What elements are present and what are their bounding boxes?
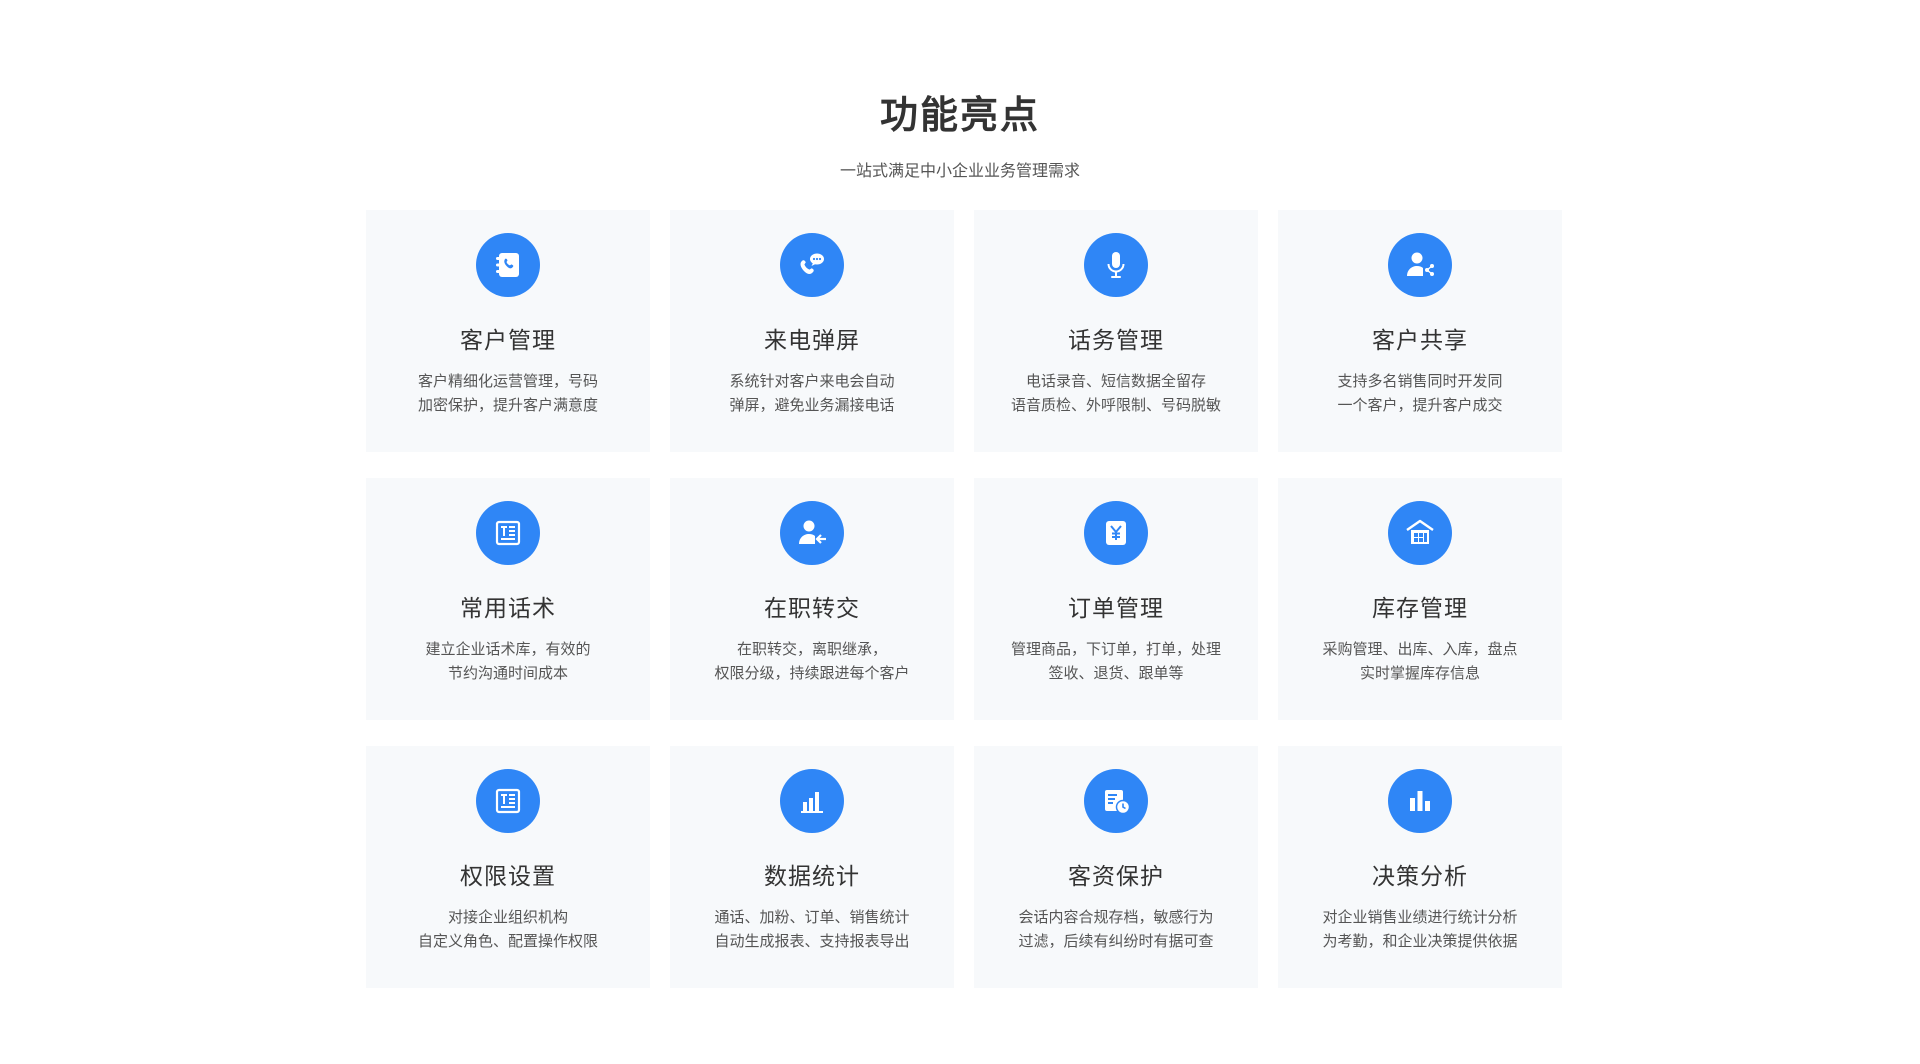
description-line: 支持多名销售同时开发同: [1337, 372, 1503, 390]
feature-card-data-statistics[interactable]: 数据统计 通话、加粉、订单、销售统计 自动生成报表、支持报表导出: [670, 746, 954, 988]
phone-chat-icon: [780, 233, 844, 297]
microphone-icon: [1084, 233, 1148, 297]
bar-chart-icon: [780, 769, 844, 833]
description-line: 建立企业话术库，有效的: [425, 640, 591, 658]
description-line: 在职转交，离职继承，: [736, 640, 887, 658]
description-line: 语音质检、外呼限制、号码脱敏: [1010, 396, 1221, 414]
feature-description: 管理商品，下订单，打单，处理 签收、退货、跟单等: [1011, 637, 1221, 685]
feature-description: 支持多名销售同时开发同 一个客户，提升客户成交: [1337, 369, 1502, 417]
feature-card-inventory-management[interactable]: 库存管理 采购管理、出库、入库，盘点 实时掌握库存信息: [1278, 478, 1562, 720]
feature-description: 对接企业组织机构 自定义角色、配置操作权限: [418, 905, 598, 953]
feature-card-incoming-call-popup[interactable]: 来电弹屏 系统针对客户来电会自动 弹屏，避免业务漏接电话: [670, 210, 954, 452]
feature-card-customer-management[interactable]: 客户管理 客户精细化运营管理，号码 加密保护，提升客户满意度: [366, 210, 650, 452]
feature-title: 在职转交: [764, 596, 860, 622]
feature-title: 权限设置: [460, 864, 556, 890]
description-line: 加密保护，提升客户满意度: [417, 396, 598, 414]
feature-title: 客资保护: [1068, 864, 1164, 890]
feature-card-call-management[interactable]: 话务管理 电话录音、短信数据全留存 语音质检、外呼限制、号码脱敏: [974, 210, 1258, 452]
feature-title: 数据统计: [764, 864, 860, 890]
feature-description: 会话内容合规存档，敏感行为 过滤，后续有纠纷时有据可查: [1018, 905, 1213, 953]
feature-description: 系统针对客户来电会自动 弹屏，避免业务漏接电话: [729, 369, 894, 417]
archive-clock-icon: [1084, 769, 1148, 833]
feature-title: 客户共享: [1372, 328, 1468, 354]
feature-card-decision-analysis[interactable]: 决策分析 对企业销售业绩进行统计分析 为考勤，和企业决策提供依据: [1278, 746, 1562, 988]
user-share-icon: [1388, 233, 1452, 297]
phone-book-icon: [476, 233, 540, 297]
description-line: 会话内容合规存档，敏感行为: [1018, 908, 1214, 926]
feature-card-customer-data-protection[interactable]: 客资保护 会话内容合规存档，敏感行为 过滤，后续有纠纷时有据可查: [974, 746, 1258, 988]
feature-title: 来电弹屏: [764, 328, 860, 354]
feature-title: 订单管理: [1068, 596, 1164, 622]
description-line: 通话、加粉、订单、销售统计: [714, 908, 910, 926]
features-page: 功能亮点 一站式满足中小企业业务管理需求 客户管理 客户精细化运营管理，号码 加…: [0, 0, 1920, 1064]
permission-document-icon: [476, 769, 540, 833]
feature-card-job-transfer[interactable]: 在职转交 在职转交，离职继承， 权限分级，持续跟进每个客户: [670, 478, 954, 720]
feature-description: 在职转交，离职继承， 权限分级，持续跟进每个客户: [714, 637, 909, 685]
script-document-icon: [476, 501, 540, 565]
feature-card-permission-settings[interactable]: 权限设置 对接企业组织机构 自定义角色、配置操作权限: [366, 746, 650, 988]
description-line: 为考勤，和企业决策提供依据: [1322, 932, 1518, 950]
feature-description: 建立企业话术库，有效的 节约沟通时间成本: [425, 637, 590, 685]
feature-title: 客户管理: [460, 328, 556, 354]
description-line: 管理商品，下订单，打单，处理: [1010, 640, 1221, 658]
feature-description: 对企业销售业绩进行统计分析 为考勤，和企业决策提供依据: [1322, 905, 1517, 953]
description-line: 过滤，后续有纠纷时有据可查: [1018, 932, 1214, 950]
analysis-chart-icon: [1388, 769, 1452, 833]
feature-description: 通话、加粉、订单、销售统计 自动生成报表、支持报表导出: [714, 905, 909, 953]
description-line: 对接企业组织机构: [447, 908, 568, 926]
page-title: 功能亮点: [879, 93, 1040, 137]
feature-description: 采购管理、出库、入库，盘点 实时掌握库存信息: [1322, 637, 1517, 685]
feature-card-common-scripts[interactable]: 常用话术 建立企业话术库，有效的 节约沟通时间成本: [366, 478, 650, 720]
feature-title: 话务管理: [1068, 328, 1164, 354]
feature-card-customer-sharing[interactable]: 客户共享 支持多名销售同时开发同 一个客户，提升客户成交: [1278, 210, 1562, 452]
page-subtitle: 一站式满足中小企业业务管理需求: [839, 161, 1080, 180]
feature-description: 客户精细化运营管理，号码 加密保护，提升客户满意度: [418, 369, 598, 417]
description-line: 弹屏，避免业务漏接电话: [729, 396, 895, 414]
feature-title: 常用话术: [460, 596, 556, 622]
description-line: 节约沟通时间成本: [447, 664, 568, 682]
feature-title: 决策分析: [1372, 864, 1468, 890]
yen-order-icon: [1084, 501, 1148, 565]
user-transfer-icon: [780, 501, 844, 565]
feature-card-order-management[interactable]: 订单管理 管理商品，下订单，打单，处理 签收、退货、跟单等: [974, 478, 1258, 720]
description-line: 系统针对客户来电会自动: [729, 372, 895, 390]
feature-grid: 客户管理 客户精细化运营管理，号码 加密保护，提升客户满意度 来电弹屏 系统针对…: [366, 210, 1562, 988]
warehouse-icon: [1388, 501, 1452, 565]
description-line: 对企业销售业绩进行统计分析: [1322, 908, 1518, 926]
description-line: 一个客户，提升客户成交: [1337, 396, 1503, 414]
description-line: 电话录音、短信数据全留存: [1025, 372, 1206, 390]
description-line: 自定义角色、配置操作权限: [417, 932, 598, 950]
description-line: 签收、退货、跟单等: [1048, 664, 1184, 682]
description-line: 客户精细化运营管理，号码: [417, 372, 598, 390]
description-line: 采购管理、出库、入库，盘点: [1322, 640, 1518, 658]
feature-title: 库存管理: [1372, 596, 1468, 622]
description-line: 实时掌握库存信息: [1359, 664, 1480, 682]
feature-description: 电话录音、短信数据全留存 语音质检、外呼限制、号码脱敏: [1011, 369, 1221, 417]
description-line: 权限分级，持续跟进每个客户: [714, 664, 910, 682]
description-line: 自动生成报表、支持报表导出: [714, 932, 910, 950]
